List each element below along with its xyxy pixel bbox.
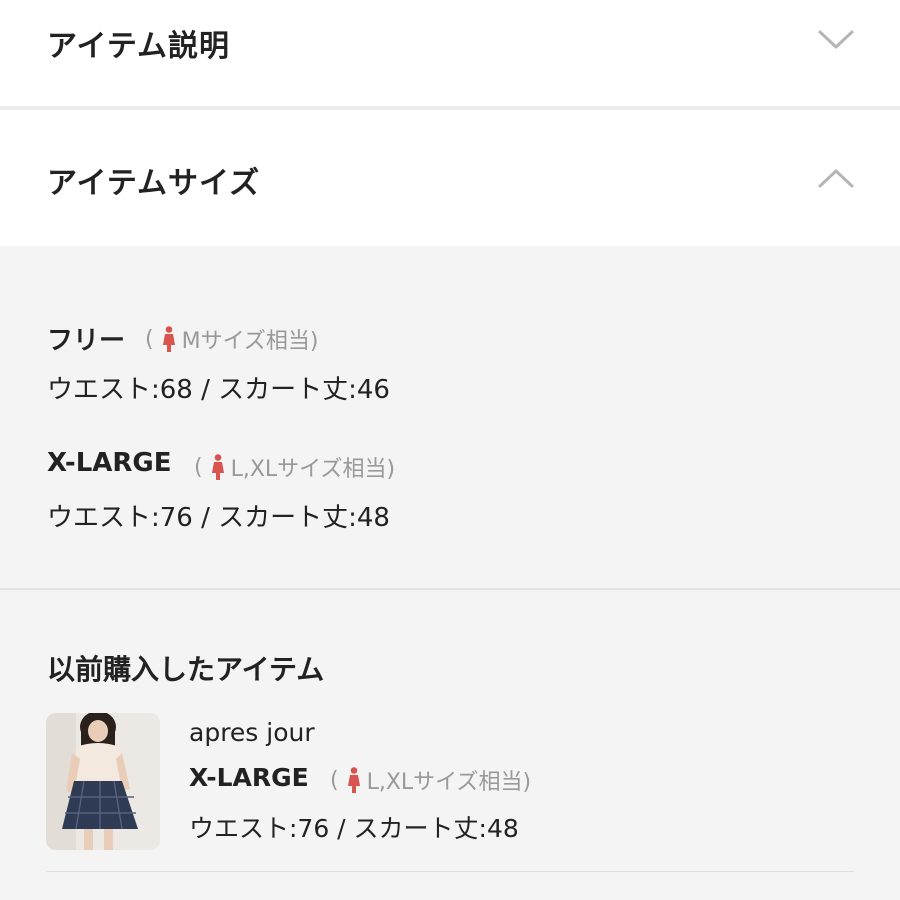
size-note-open: (	[145, 326, 154, 352]
size-note-text: Mサイズ相当)	[181, 329, 319, 354]
size-note-text: L,XLサイズ相当)	[230, 457, 396, 482]
person-icon	[211, 454, 224, 480]
accordion-item-size[interactable]: アイテムサイズ	[0, 110, 900, 246]
size-label-free: フリー	[47, 326, 126, 356]
chevron-up-icon[interactable]	[816, 166, 856, 190]
size-label-xlarge: X-LARGE	[47, 448, 172, 478]
size-note-free: ( Mサイズ相当)	[145, 323, 319, 355]
size-note-text: L,XLサイズ相当)	[366, 770, 532, 795]
history-size-label: X-LARGE	[189, 763, 309, 792]
size-note-xlarge: ( L,XLサイズ相当)	[194, 451, 395, 483]
person-icon	[347, 767, 360, 793]
person-icon	[162, 326, 175, 352]
accordion-item-description[interactable]: アイテム説明	[0, 0, 900, 106]
size-note-open: (	[194, 454, 203, 480]
chevron-down-icon[interactable]	[816, 28, 856, 52]
size-note-open: (	[330, 767, 339, 793]
product-photo	[46, 713, 160, 850]
accordion-title-description: アイテム説明	[47, 29, 230, 64]
history-heading: 以前購入したアイテム	[47, 653, 325, 686]
product-thumbnail[interactable]	[46, 713, 160, 850]
history-size-measure: ウエスト:76 / スカート丈:48	[189, 814, 519, 843]
purchase-history-section: 以前購入したアイテム apres jour X-LARGE (L,XLサイズ相…	[0, 590, 900, 900]
list-divider	[46, 871, 854, 872]
history-size-note: ( L,XLサイズ相当)	[330, 764, 531, 796]
accordion-title-size: アイテムサイズ	[47, 166, 261, 201]
size-measure-free: ウエスト:68 / スカート丈:46	[47, 375, 390, 405]
product-brand[interactable]: apres jour	[189, 718, 315, 747]
size-measure-xlarge: ウエスト:76 / スカート丈:48	[47, 503, 390, 533]
size-panel: フリー ( Mサイズ相当) ウエスト:68 / スカート丈:46 X-LARGE…	[0, 246, 900, 588]
